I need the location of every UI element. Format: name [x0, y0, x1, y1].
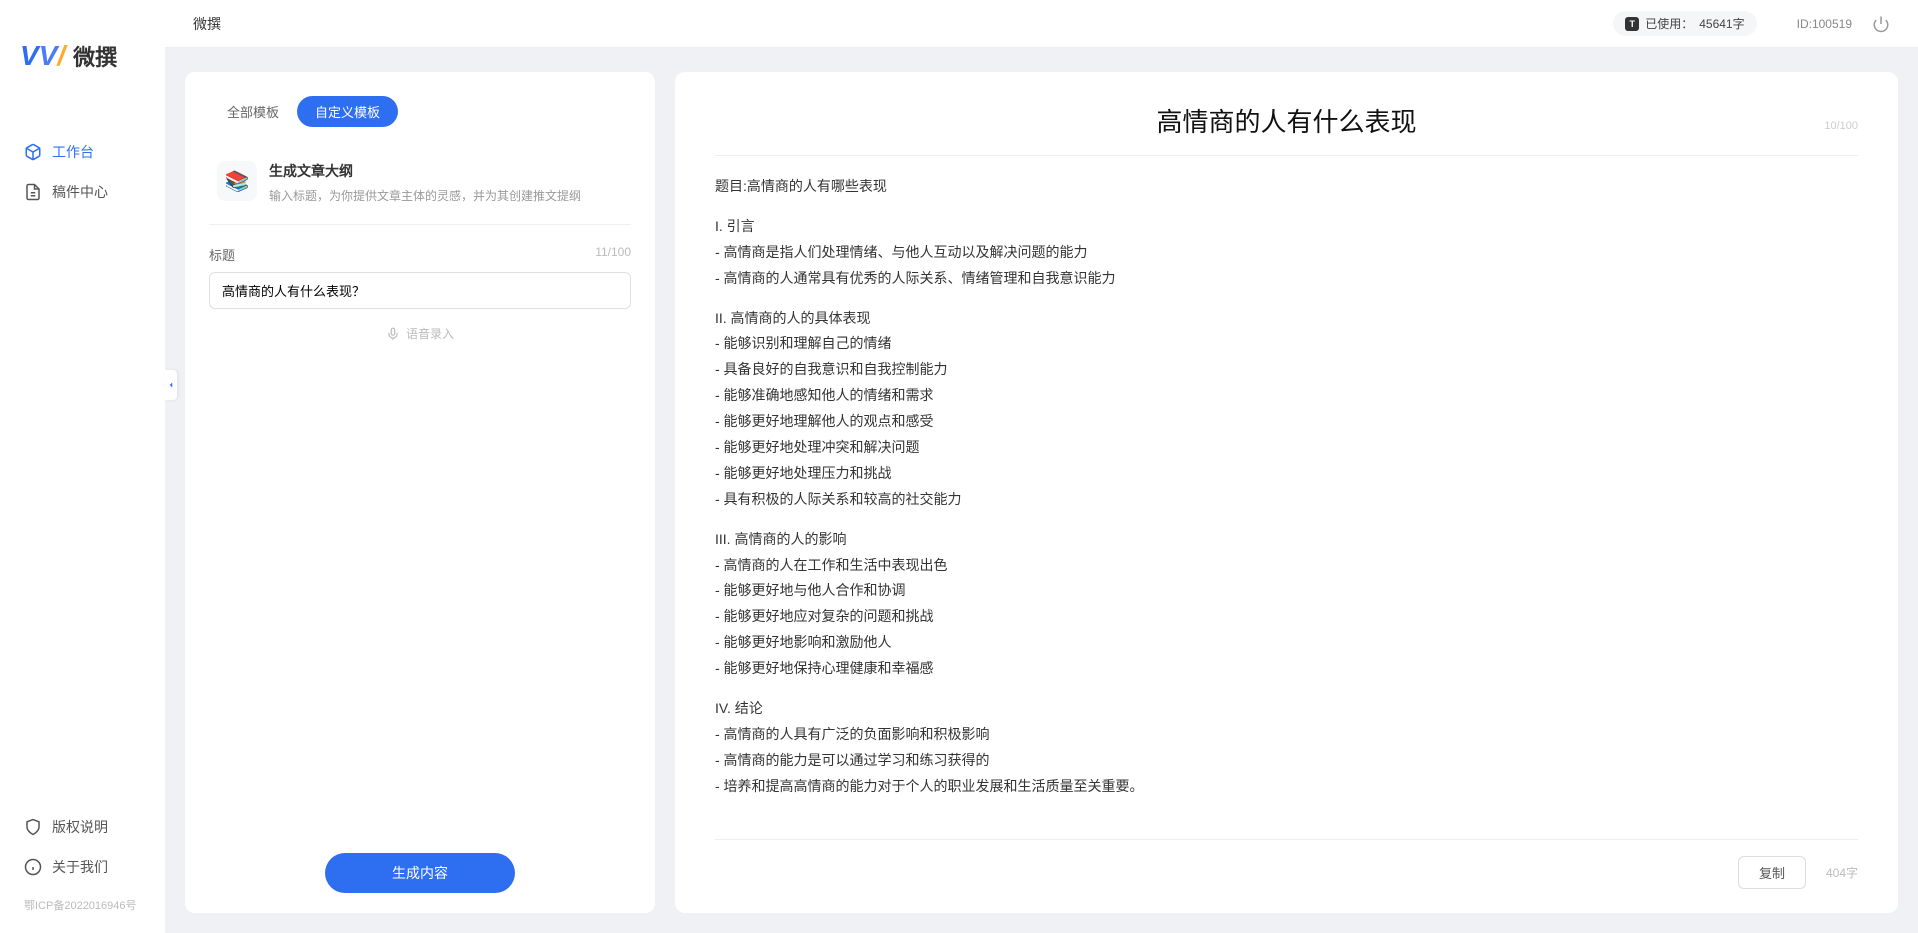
usage-label: 已使用：: [1645, 15, 1693, 32]
content-line: IV. 结论: [715, 696, 1858, 722]
content-line: 题目:高情商的人有哪些表现: [715, 174, 1858, 200]
sidebar-collapse-toggle[interactable]: [165, 370, 177, 400]
power-icon[interactable]: [1872, 15, 1890, 33]
document-content[interactable]: 题目:高情商的人有哪些表现 I. 引言- 高情商是指人们处理情绪、与他人互动以及解…: [715, 174, 1858, 829]
content-line: - 高情商的能力是可以通过学习和练习获得的: [715, 748, 1858, 774]
content-line: - 能够更好地理解他人的观点和感受: [715, 409, 1858, 435]
title-input[interactable]: [209, 272, 631, 309]
content-line: - 高情商是指人们处理情绪、与他人互动以及解决问题的能力: [715, 240, 1858, 266]
brand-name: 微撰: [73, 40, 117, 72]
title-field-header: 标题 11/100: [209, 245, 631, 264]
sidebar-item-drafts[interactable]: 稿件中心: [0, 172, 165, 212]
title-char-counter: 11/100: [595, 245, 631, 264]
chevron-left-icon: [166, 380, 176, 390]
sidebar-item-copyright[interactable]: 版权说明: [24, 807, 141, 847]
document-icon: [24, 183, 42, 201]
usage-badge: T 已使用： 45641字: [1613, 11, 1756, 36]
sidebar-item-about[interactable]: 关于我们: [24, 847, 141, 887]
content-line: I. 引言: [715, 214, 1858, 240]
content-line: - 高情商的人通常具有优秀的人际关系、情绪管理和自我意识能力: [715, 266, 1858, 292]
microphone-icon: [386, 327, 400, 341]
topbar: 微撰 T 已使用： 45641字 ID:100519: [165, 0, 1918, 48]
output-footer: 复制 404字: [715, 839, 1858, 889]
content-line: - 培养和提高高情商的能力对于个人的职业发展和生活质量至关重要。: [715, 774, 1858, 800]
workspace: 全部模板 自定义模板 📚 生成文章大纲 输入标题，为你提供文章主体的灵感，并为其…: [165, 48, 1918, 933]
generate-button[interactable]: 生成内容: [325, 853, 515, 893]
template-card[interactable]: 📚 生成文章大纲 输入标题，为你提供文章主体的灵感，并为其创建推文提纲: [209, 147, 631, 225]
content-line: - 能够更好地保持心理健康和幸福感: [715, 656, 1858, 682]
voice-hint-text: 语音录入: [406, 325, 454, 342]
logo-mark-icon: VV/: [20, 40, 65, 72]
brand-logo: VV/ 微撰: [0, 40, 165, 132]
template-title: 生成文章大纲: [269, 161, 581, 181]
main-area: 微撰 T 已使用： 45641字 ID:100519 全部模板 自定义模板 📚 …: [165, 0, 1918, 933]
document-title: 高情商的人有什么表现: [715, 102, 1858, 139]
template-desc: 输入标题，为你提供文章主体的灵感，并为其创建推文提纲: [269, 187, 581, 204]
info-icon: [24, 858, 42, 876]
document-title-counter: 10/100: [1824, 120, 1858, 132]
icp-text: 鄂ICP备2022016946号: [0, 887, 165, 913]
sidebar-item-label: 稿件中心: [52, 182, 108, 202]
template-icon: 📚: [217, 161, 257, 201]
user-id: ID:100519: [1797, 17, 1852, 31]
content-line: - 能够准确地感知他人的情绪和需求: [715, 383, 1858, 409]
sidebar-item-label: 关于我们: [52, 857, 108, 877]
copy-button[interactable]: 复制: [1738, 856, 1806, 889]
content-line: III. 高情商的人的影响: [715, 527, 1858, 553]
sidebar-footer: 版权说明 关于我们: [0, 807, 165, 887]
sidebar: VV/ 微撰 工作台 稿件中心 版权说明 关于我们 鄂ICP备202201694…: [0, 0, 165, 933]
voice-input-hint[interactable]: 语音录入: [209, 325, 631, 342]
page-title: 微撰: [193, 14, 1613, 34]
content-line: - 能够更好地处理冲突和解决问题: [715, 435, 1858, 461]
input-panel: 全部模板 自定义模板 📚 生成文章大纲 输入标题，为你提供文章主体的灵感，并为其…: [185, 72, 655, 913]
content-line: - 能够更好地与他人合作和协调: [715, 578, 1858, 604]
tab-custom-templates[interactable]: 自定义模板: [297, 96, 398, 127]
content-line: - 高情商的人具有广泛的负面影响和积极影响: [715, 722, 1858, 748]
sidebar-item-label: 版权说明: [52, 817, 108, 837]
tab-all-templates[interactable]: 全部模板: [209, 96, 297, 127]
text-count-icon: T: [1625, 17, 1639, 31]
word-count: 404字: [1826, 864, 1858, 881]
content-line: - 能够更好地应对复杂的问题和挑战: [715, 604, 1858, 630]
sidebar-item-label: 工作台: [52, 142, 94, 162]
content-line: - 具备良好的自我意识和自我控制能力: [715, 357, 1858, 383]
sidebar-item-workbench[interactable]: 工作台: [0, 132, 165, 172]
content-line: - 能够更好地处理压力和挑战: [715, 461, 1858, 487]
title-divider: [715, 155, 1858, 156]
shield-icon: [24, 818, 42, 836]
content-line: - 能够识别和理解自己的情绪: [715, 331, 1858, 357]
cube-icon: [24, 143, 42, 161]
title-field-label: 标题: [209, 245, 235, 264]
usage-value: 45641字: [1699, 15, 1744, 32]
content-line: - 具有积极的人际关系和较高的社交能力: [715, 487, 1858, 513]
content-line: - 高情商的人在工作和生活中表现出色: [715, 553, 1858, 579]
output-panel: 高情商的人有什么表现 10/100 题目:高情商的人有哪些表现I. 引言- 高情…: [675, 72, 1898, 913]
sidebar-nav: 工作台 稿件中心: [0, 132, 165, 807]
template-tabs: 全部模板 自定义模板: [209, 96, 631, 127]
content-line: II. 高情商的人的具体表现: [715, 306, 1858, 332]
content-line: - 能够更好地影响和激励他人: [715, 630, 1858, 656]
template-info: 生成文章大纲 输入标题，为你提供文章主体的灵感，并为其创建推文提纲: [269, 161, 581, 204]
